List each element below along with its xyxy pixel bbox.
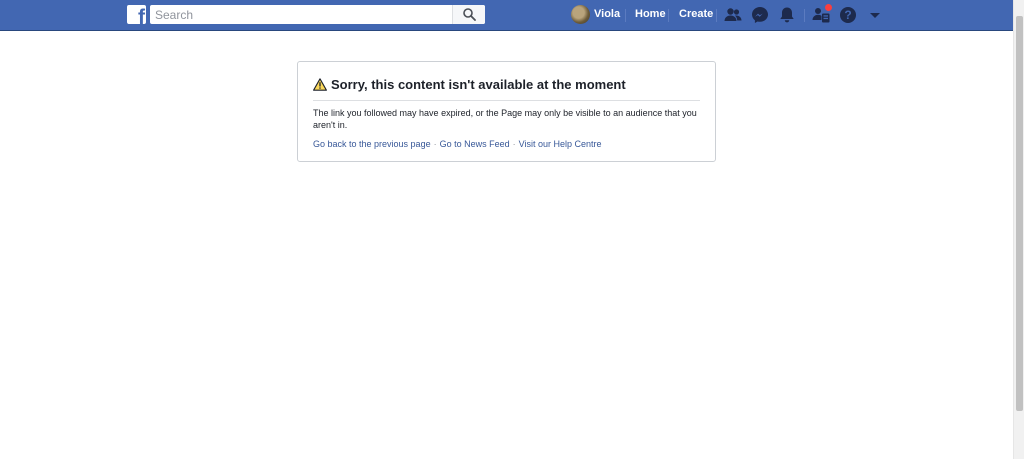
content-unavailable-card: Sorry, this content isn't available at t… bbox=[297, 61, 716, 162]
notification-badge bbox=[824, 3, 833, 12]
vertical-scrollbar[interactable] bbox=[1013, 0, 1024, 459]
help-centre-link[interactable]: Visit our Help Centre bbox=[519, 139, 602, 149]
account-menu-icon[interactable] bbox=[866, 6, 884, 24]
notifications-icon[interactable] bbox=[778, 6, 796, 24]
search-icon bbox=[463, 8, 476, 21]
scrollbar-thumb[interactable] bbox=[1016, 16, 1023, 411]
help-icon[interactable]: ? bbox=[839, 6, 857, 24]
nav-divider bbox=[625, 9, 626, 22]
logo-letter: f bbox=[138, 6, 145, 24]
search-button[interactable] bbox=[452, 5, 485, 24]
nav-divider bbox=[668, 9, 669, 22]
help-links: Go back to the previous page · Go to News … bbox=[313, 139, 601, 149]
svg-text:?: ? bbox=[844, 8, 851, 22]
news-feed-link[interactable]: Go to News Feed bbox=[440, 139, 510, 149]
warning-icon bbox=[313, 78, 327, 91]
go-back-link[interactable]: Go back to the previous page bbox=[313, 139, 431, 149]
messenger-icon[interactable] bbox=[751, 6, 769, 24]
error-message: The link you followed may have expired, … bbox=[313, 108, 697, 130]
facebook-logo-icon[interactable]: f bbox=[127, 5, 146, 24]
profile-name: Viola bbox=[594, 8, 621, 20]
page-title: Sorry, this content isn't available at t… bbox=[331, 77, 626, 92]
avatar bbox=[571, 5, 590, 24]
friend-requests-icon[interactable] bbox=[724, 6, 742, 24]
top-navigation-bar: f Viola Home Create bbox=[0, 0, 1013, 31]
search-input[interactable] bbox=[150, 5, 450, 24]
home-link[interactable]: Home bbox=[635, 8, 666, 20]
search-box bbox=[150, 5, 485, 24]
link-separator: · bbox=[433, 139, 437, 149]
link-separator: · bbox=[512, 139, 516, 149]
nav-divider bbox=[716, 9, 717, 22]
nav-divider bbox=[804, 9, 805, 22]
create-link[interactable]: Create bbox=[679, 8, 713, 20]
card-header: Sorry, this content isn't available at t… bbox=[313, 76, 700, 101]
